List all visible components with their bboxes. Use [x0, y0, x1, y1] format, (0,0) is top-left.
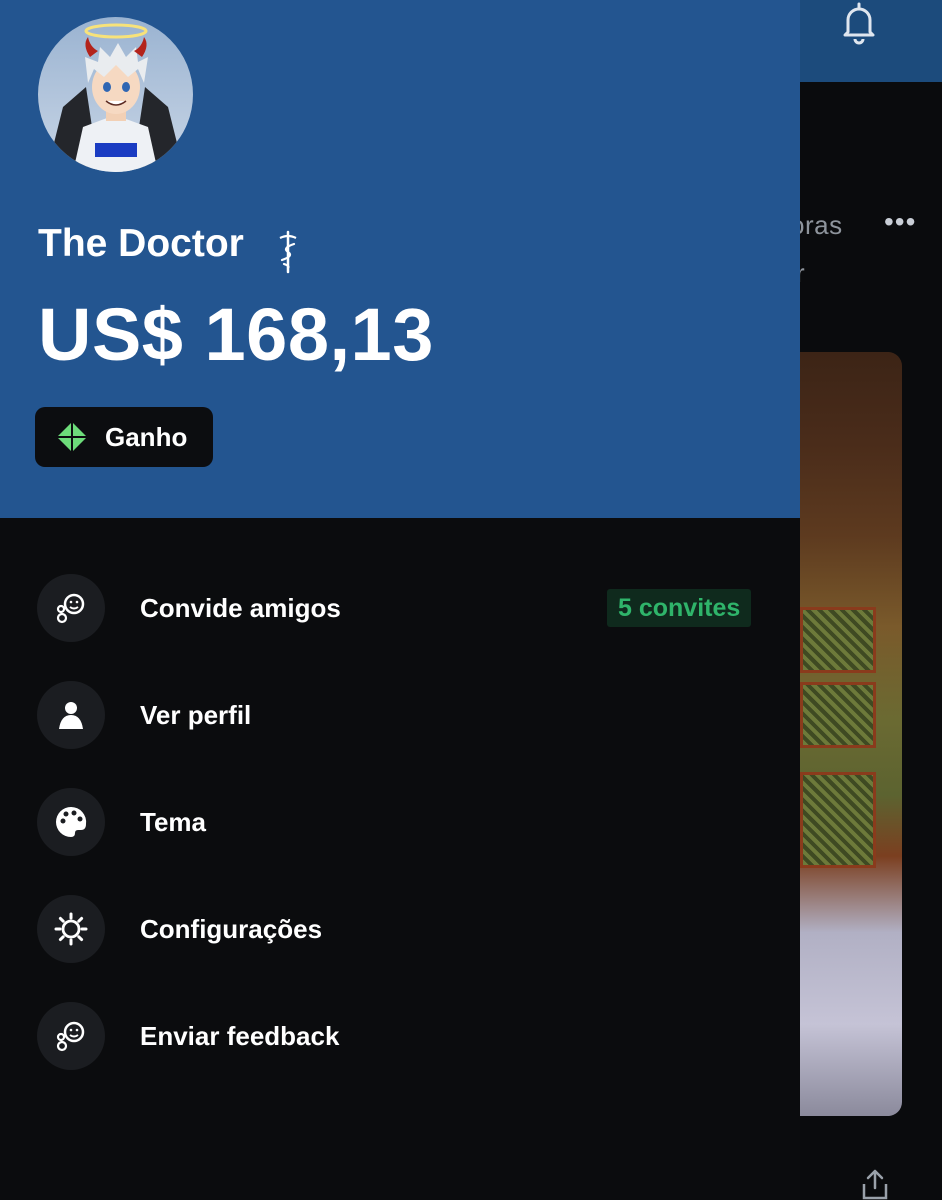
avatar[interactable] [38, 17, 193, 172]
menu-label-theme: Tema [140, 807, 206, 837]
diamond-icon [57, 422, 87, 452]
invite-friends-icon [37, 574, 105, 642]
earn-label: Ganho [105, 421, 188, 452]
feedback-icon [37, 1002, 105, 1070]
gear-icon [37, 895, 105, 963]
menu-item-send-feedback[interactable]: Enviar feedback [0, 983, 800, 1090]
invite-count-badge: 5 convites [607, 589, 752, 627]
caduceus-icon [279, 230, 297, 274]
notification-bell-icon[interactable] [836, 0, 882, 46]
profile-header: The Doctor US$ 168,13 Ganho [0, 0, 800, 518]
share-icon[interactable] [858, 1168, 892, 1200]
palette-icon [37, 788, 105, 856]
earn-button[interactable]: Ganho [35, 407, 213, 467]
menu-label-send-feedback: Enviar feedback [140, 1021, 340, 1051]
profile-name: The Doctor [38, 222, 244, 265]
menu-item-theme[interactable]: Tema [0, 769, 800, 876]
menu-label-settings: Configurações [140, 914, 323, 944]
menu-item-settings[interactable]: Configurações [0, 876, 800, 983]
balance-amount: US$ 168,13 [38, 293, 434, 376]
side-drawer: The Doctor US$ 168,13 Ganho Convide amig… [0, 0, 800, 1200]
post-more-button[interactable]: ••• [884, 206, 916, 238]
menu-label-invite-friends: Convide amigos [140, 593, 341, 623]
drawer-menu: Convide amigos Ver perfil Tema Configura… [0, 555, 800, 1090]
menu-label-view-profile: Ver perfil [140, 700, 252, 730]
avatar-illustration [48, 23, 183, 172]
menu-item-view-profile[interactable]: Ver perfil [0, 662, 800, 769]
person-icon [37, 681, 105, 749]
